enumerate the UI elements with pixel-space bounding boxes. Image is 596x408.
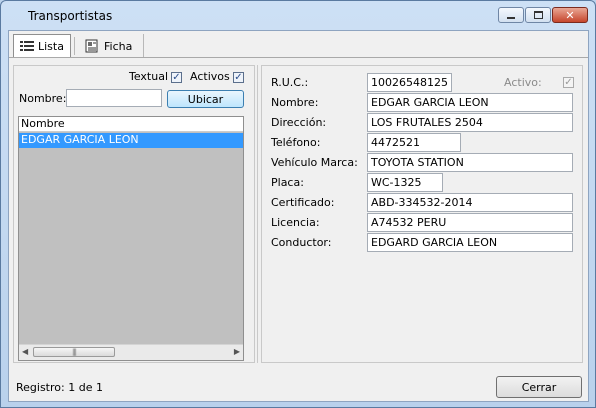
list-item[interactable]: EDGAR GARCIA LEON	[19, 133, 243, 148]
checkmark-icon: ✓	[234, 71, 243, 83]
nombre-label: Nombre:	[271, 96, 319, 109]
tab-ficha[interactable]: Ficha	[78, 34, 144, 58]
activos-label: Activos	[190, 70, 230, 83]
list-column-header[interactable]: Nombre	[19, 117, 243, 132]
telefono-field[interactable]: 4472521	[367, 133, 461, 152]
placa-field[interactable]: WC-1325	[367, 173, 443, 192]
direccion-label: Dirección:	[271, 116, 327, 129]
status-text: Registro: 1 de 1	[16, 381, 103, 394]
close-button[interactable]: ✕	[552, 7, 588, 23]
minimize-icon	[499, 8, 523, 22]
pane-splitter[interactable]	[257, 65, 260, 363]
conductor-label: Conductor:	[271, 236, 332, 249]
licencia-field[interactable]: A74532 PERU	[367, 213, 573, 232]
checkmark-icon: ✓	[172, 71, 181, 83]
cerrar-button[interactable]: Cerrar	[496, 376, 582, 398]
textual-label: Textual	[129, 70, 169, 83]
vehiculo-marca-label: Vehículo Marca:	[271, 156, 358, 169]
direccion-field[interactable]: LOS FRUTALES 2504	[367, 113, 573, 132]
tab-lista-label: Lista	[38, 40, 64, 53]
client-area: Lista Ficha Textual ✓ Activos ✓ Nombre: …	[8, 30, 589, 402]
ruc-label: R.U.C.:	[271, 76, 309, 89]
horizontal-scrollbar[interactable]: ◀ ||| ▶	[19, 344, 243, 360]
conductor-field[interactable]: EDGARD GARCIA LEON	[367, 233, 573, 252]
card-icon	[85, 39, 98, 53]
scroll-left-icon[interactable]: ◀	[22, 347, 28, 356]
textual-checkbox[interactable]: ✓	[171, 72, 182, 83]
checkmark-icon: ✓	[564, 76, 573, 88]
close-icon: ✕	[565, 8, 575, 22]
minimize-button[interactable]	[498, 7, 524, 23]
nombre-search-label: Nombre:	[19, 92, 67, 105]
transportistas-list[interactable]: Nombre EDGAR GARCIA LEON ◀ ||| ▶	[18, 116, 244, 361]
scroll-thumb[interactable]: |||	[33, 347, 115, 357]
scroll-right-icon[interactable]: ▶	[234, 347, 240, 356]
tab-bar: Lista Ficha	[9, 31, 588, 58]
activos-checkbox[interactable]: ✓	[233, 72, 244, 83]
detail-panel: R.U.C.: 10026548125 Activo: ✓ Nombre: ED…	[261, 65, 583, 363]
licencia-label: Licencia:	[271, 216, 320, 229]
tab-lista[interactable]: Lista	[13, 34, 71, 58]
maximize-button[interactable]	[525, 7, 551, 23]
certificado-field[interactable]: ABD-334532-2014	[367, 193, 573, 212]
activo-label: Activo:	[504, 76, 542, 89]
nombre-search-input[interactable]	[66, 89, 162, 107]
window-title: Transportistas	[28, 9, 113, 23]
vehiculo-marca-field[interactable]: TOYOTA STATION	[367, 153, 573, 172]
grip-icon: |||	[71, 348, 77, 356]
activo-checkbox: ✓	[563, 77, 574, 88]
tab-underline	[9, 57, 588, 58]
ubicar-button[interactable]: Ubicar	[167, 90, 244, 108]
list-icon	[20, 41, 34, 51]
nombre-field[interactable]: EDGAR GARCIA LEON	[367, 93, 573, 112]
app-window: Transportistas ✕ Lista Ficha Textual ✓ A…	[0, 0, 596, 408]
telefono-label: Teléfono:	[271, 136, 321, 149]
ruc-field[interactable]: 10026548125	[367, 73, 452, 92]
list-panel: Textual ✓ Activos ✓ Nombre: Ubicar Nombr…	[13, 65, 255, 363]
tab-ficha-label: Ficha	[104, 39, 133, 53]
certificado-label: Certificado:	[271, 196, 335, 209]
tab-separator	[74, 37, 75, 55]
placa-label: Placa:	[271, 176, 304, 189]
maximize-icon	[526, 8, 550, 22]
